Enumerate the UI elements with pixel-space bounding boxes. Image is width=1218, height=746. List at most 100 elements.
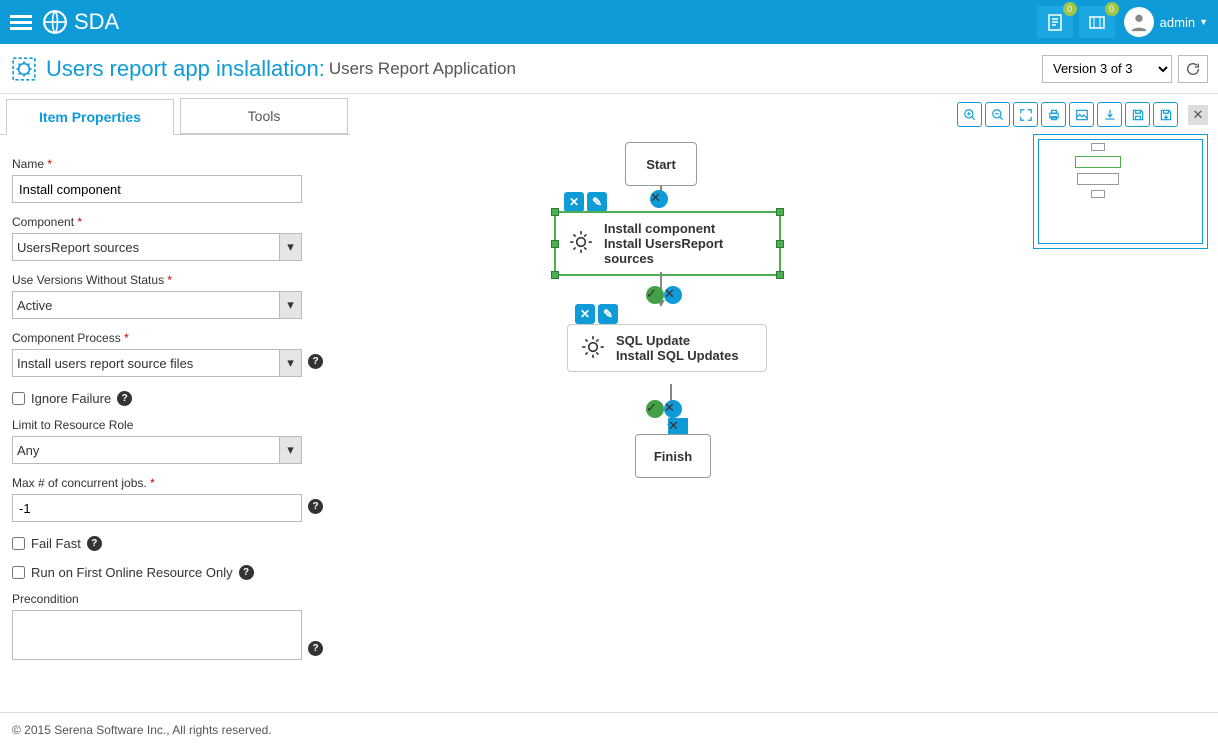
help-icon[interactable]: ? bbox=[117, 391, 132, 406]
tab-tools[interactable]: Tools bbox=[180, 98, 348, 134]
start-node[interactable]: Start bbox=[625, 142, 697, 186]
zoom-in-icon bbox=[963, 108, 977, 122]
node-delete-button[interactable]: ✕ bbox=[575, 304, 595, 324]
fail-fast-checkbox[interactable] bbox=[12, 537, 25, 550]
versions-label: Use Versions Without Status * bbox=[12, 273, 338, 287]
reload-button[interactable] bbox=[1178, 55, 1208, 83]
component-label: Component * bbox=[12, 215, 338, 229]
copyright-text: © 2015 Serena Software Inc., All rights … bbox=[12, 723, 272, 737]
footer: © 2015 Serena Software Inc., All rights … bbox=[0, 712, 1218, 746]
process-select[interactable]: Install users report source files▾ bbox=[12, 349, 302, 377]
versions-select[interactable]: Active▾ bbox=[12, 291, 302, 319]
chevron-down-icon: ▾ bbox=[279, 234, 301, 260]
finish-node[interactable]: Finish bbox=[635, 434, 711, 478]
mini-node bbox=[1077, 173, 1119, 185]
help-icon[interactable]: ? bbox=[87, 536, 102, 551]
globe-gear-icon bbox=[42, 9, 68, 35]
connector-delete-button[interactable]: ✕ bbox=[664, 400, 682, 418]
chevron-down-icon: ▾ bbox=[279, 350, 301, 376]
refresh-icon bbox=[1185, 61, 1201, 77]
component-select[interactable]: UsersReport sources▾ bbox=[12, 233, 302, 261]
connector-badges: ✓ ✕ bbox=[646, 400, 682, 418]
tab-item-properties[interactable]: Item Properties bbox=[6, 99, 174, 135]
connector-success-icon[interactable]: ✓ bbox=[646, 286, 664, 304]
connector-delete-button[interactable]: ✕ bbox=[664, 286, 682, 304]
minimap[interactable] bbox=[1033, 134, 1208, 249]
sql-update-node[interactable]: SQL Update Install SQL Updates bbox=[567, 324, 767, 372]
zoom-out-button[interactable] bbox=[985, 102, 1010, 127]
max-input[interactable] bbox=[12, 494, 302, 522]
save-as-button[interactable] bbox=[1153, 102, 1178, 127]
limit-label: Limit to Resource Role bbox=[12, 418, 338, 432]
print-icon bbox=[1047, 108, 1061, 122]
zoom-out-icon bbox=[991, 108, 1005, 122]
subheader: Users report app inslallation: Users Rep… bbox=[0, 44, 1218, 94]
connector-badges: ✓ ✕ bbox=[646, 286, 682, 304]
run-first-checkbox[interactable] bbox=[12, 566, 25, 579]
run-first-label: Run on First Online Resource Only bbox=[31, 565, 233, 580]
zoom-in-button[interactable] bbox=[957, 102, 982, 127]
node-title: SQL Update bbox=[616, 333, 739, 348]
app-logo[interactable]: SDA bbox=[42, 9, 119, 35]
limit-select[interactable]: Any▾ bbox=[12, 436, 302, 464]
gear-icon bbox=[568, 229, 594, 258]
content-area: Item Properties Tools Name * Component *… bbox=[0, 94, 1218, 712]
version-select[interactable]: Version 3 of 3 bbox=[1042, 55, 1172, 83]
ignore-failure-checkbox[interactable] bbox=[12, 392, 25, 405]
workflow-canvas[interactable]: ✕ Start ✕ ✕ ✎ Install component Install … bbox=[350, 94, 1218, 712]
node-edit-button[interactable]: ✎ bbox=[587, 192, 607, 212]
export-button[interactable] bbox=[1097, 102, 1122, 127]
save-button[interactable] bbox=[1125, 102, 1150, 127]
connector-delete[interactable]: ✕ bbox=[650, 190, 668, 208]
avatar[interactable] bbox=[1124, 7, 1154, 37]
mini-node bbox=[1091, 190, 1105, 198]
help-icon[interactable]: ? bbox=[308, 641, 323, 656]
close-canvas-button[interactable]: ✕ bbox=[1188, 105, 1208, 125]
chevron-down-icon: ▾ bbox=[279, 292, 301, 318]
building-icon bbox=[1088, 14, 1106, 30]
tasks-badge: 0 bbox=[1105, 2, 1119, 16]
node-delete-button[interactable]: ✕ bbox=[564, 192, 584, 212]
left-panel: Item Properties Tools Name * Component *… bbox=[0, 94, 350, 712]
node-edit-button[interactable]: ✎ bbox=[598, 304, 618, 324]
process-label: Component Process * bbox=[12, 331, 338, 345]
tasks-icon-button[interactable]: 0 bbox=[1079, 6, 1115, 38]
page-title-main: Users report app inslallation: bbox=[46, 56, 325, 82]
canvas-toolbar: ✕ bbox=[954, 102, 1208, 127]
fit-icon bbox=[1019, 108, 1033, 122]
export-icon bbox=[1103, 108, 1117, 122]
install-component-node[interactable]: Install component Install UsersReport so… bbox=[555, 212, 780, 275]
print-button[interactable] bbox=[1041, 102, 1066, 127]
chevron-down-icon: ▾ bbox=[279, 437, 301, 463]
help-icon[interactable]: ? bbox=[239, 565, 254, 580]
topbar: SDA 0 0 admin ▼ bbox=[0, 0, 1218, 44]
menu-icon[interactable] bbox=[10, 12, 32, 33]
ignore-failure-label: Ignore Failure bbox=[31, 391, 111, 406]
node-subtitle: Install UsersReport sources bbox=[604, 236, 767, 266]
node-toolbar: ✕ ✎ bbox=[564, 192, 610, 212]
user-menu[interactable]: admin ▼ bbox=[1160, 15, 1208, 30]
connector-success-icon[interactable]: ✓ bbox=[646, 400, 664, 418]
properties-form[interactable]: Name * Component * UsersReport sources▾ … bbox=[0, 134, 350, 712]
close-icon: ✕ bbox=[1193, 107, 1204, 123]
node-title: Install component bbox=[604, 221, 767, 236]
image-icon bbox=[1075, 108, 1089, 122]
chevron-down-icon: ▼ bbox=[1199, 17, 1208, 27]
process-icon bbox=[10, 55, 38, 83]
help-icon[interactable]: ? bbox=[308, 354, 323, 369]
reports-icon-button[interactable]: 0 bbox=[1037, 6, 1073, 38]
precondition-textarea[interactable] bbox=[12, 610, 302, 660]
name-label: Name * bbox=[12, 157, 338, 171]
tab-bar: Item Properties Tools bbox=[0, 94, 350, 134]
ignore-failure-row: Ignore Failure ? bbox=[12, 391, 338, 406]
gear-icon bbox=[580, 334, 606, 363]
mini-node bbox=[1091, 143, 1105, 151]
fail-fast-label: Fail Fast bbox=[31, 536, 81, 551]
name-input[interactable] bbox=[12, 175, 302, 203]
help-icon[interactable]: ? bbox=[308, 499, 323, 514]
fail-fast-row: Fail Fast ? bbox=[12, 536, 338, 551]
reports-badge: 0 bbox=[1063, 2, 1077, 16]
fit-button[interactable] bbox=[1013, 102, 1038, 127]
image-button[interactable] bbox=[1069, 102, 1094, 127]
user-icon bbox=[1128, 11, 1150, 33]
